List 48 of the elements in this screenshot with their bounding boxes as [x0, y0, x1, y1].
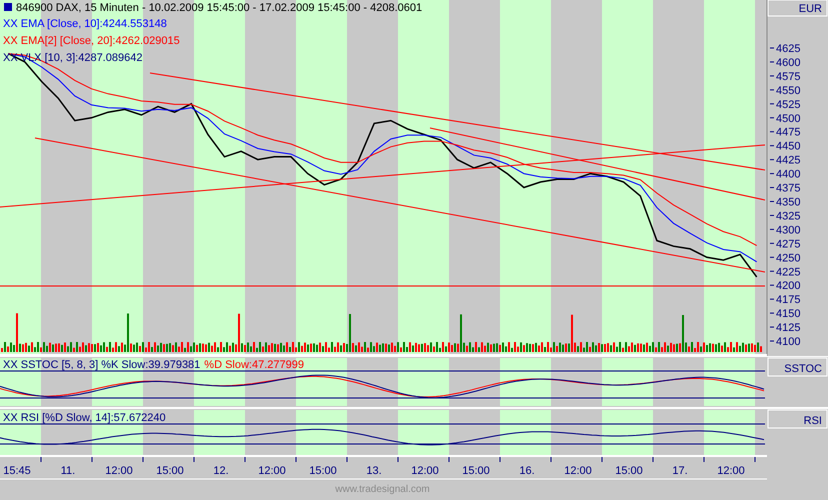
time-axis-label: 11.: [60, 465, 76, 477]
y-tick-label: 4200: [776, 280, 800, 292]
time-axis-label: 15:00: [462, 465, 490, 477]
y-tick-label: 4100: [776, 336, 800, 348]
legend-entry: XX EMA [Close, 10]:4244.553148: [3, 18, 167, 30]
chart-title: 846900 DAX, 15 Minuten - 10.02.2009 15:45:00 - 17.02.2009 15:45:00 - 4208.0601: [16, 2, 422, 14]
y-tick-label: 4325: [776, 210, 800, 222]
y-tick-label: 4275: [776, 238, 800, 250]
time-axis-label: 13.: [366, 465, 382, 477]
y-tick-label: 4350: [776, 196, 800, 208]
time-axis-label: 12:00: [564, 465, 592, 477]
footer-text: www.tradesignal.com: [334, 483, 431, 497]
y-tick-label: 4175: [776, 294, 800, 306]
square-icon: [4, 3, 12, 11]
time-axis-label: 17.: [672, 465, 688, 477]
y-tick-label: 4600: [776, 56, 800, 69]
y-tick-label: 4125: [776, 322, 800, 334]
y-tick-label: 4550: [776, 84, 800, 97]
y-tick-label: 4500: [776, 112, 800, 125]
panel-label: SSTOC: [768, 358, 828, 376]
y-tick-label: 4225: [776, 266, 800, 278]
y-tick-label: 4450: [776, 140, 800, 153]
legend-entry: XX RSI [%D Slow, 14]:57.672240: [3, 412, 166, 424]
time-axis-label: 15:00: [309, 465, 337, 477]
time-axis-label: 12:00: [411, 465, 439, 477]
y-tick-label: 4375: [776, 182, 800, 195]
y-tick-label: 4300: [776, 224, 800, 236]
time-axis-label: 15:45: [3, 465, 31, 477]
time-axis-label: 15:00: [156, 465, 184, 477]
y-tick-label: 4575: [776, 70, 800, 83]
y-tick-label: 4425: [776, 154, 800, 167]
y-tick-label: 4250: [776, 252, 800, 264]
time-axis-label: 15:00: [615, 465, 643, 477]
time-axis-label: 12:00: [258, 465, 286, 477]
time-axis-label: 16.: [519, 465, 535, 477]
time-axis-label: 12:00: [717, 465, 745, 477]
time-axis-label: 12.: [213, 465, 229, 477]
y-tick-label: 4150: [776, 308, 800, 320]
y-tick-label: 4625: [776, 43, 800, 55]
y-tick-label: 4475: [776, 126, 800, 139]
panel-label: RSI: [768, 410, 828, 428]
legend-entry: %D Slow:47.277999: [204, 359, 304, 371]
time-axis-label: 12:00: [105, 465, 133, 477]
legend-entry: XX EMA[2] [Close, 20]:4262.029015: [3, 35, 180, 47]
axis-header: EUR: [768, 0, 828, 16]
y-tick-label: 4400: [776, 168, 800, 181]
y-tick-label: 4525: [776, 98, 800, 111]
legend-entry: XX SSTOC [5, 8, 3] %K Slow:39.979381: [3, 359, 200, 371]
